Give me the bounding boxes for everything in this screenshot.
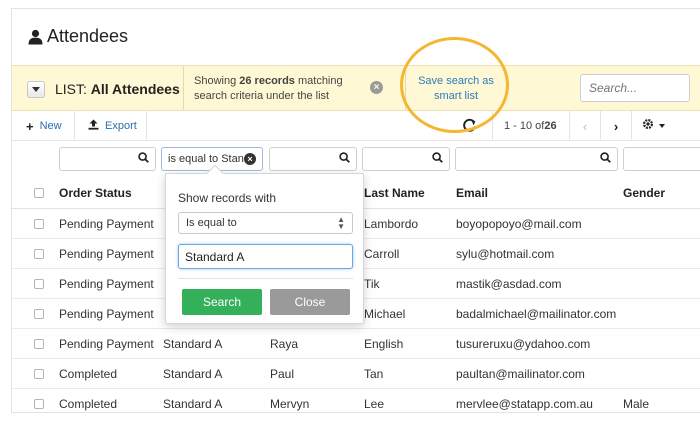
search-icon	[432, 150, 443, 168]
divider	[146, 111, 147, 141]
pagination-range: 1 - 10 of 26	[504, 120, 557, 132]
divider	[492, 111, 493, 141]
page-title-row: Attendees	[28, 26, 128, 47]
select-arrows-icon: ▲ ▼	[337, 215, 345, 231]
upload-icon	[88, 119, 99, 133]
match-summary: Showing 26 records matching search crite…	[194, 75, 343, 102]
divider	[183, 66, 184, 110]
gender-filter[interactable]	[623, 147, 700, 171]
list-bar: LIST: All Attendees Showing 26 records m…	[12, 65, 700, 111]
divider	[178, 278, 353, 279]
list-dropdown-button[interactable]	[27, 81, 45, 98]
email-filter[interactable]	[455, 147, 618, 171]
divider	[405, 66, 406, 110]
table-row[interactable]: Completed Standard A Mervyn Lee mervlee@…	[12, 389, 700, 412]
divider	[74, 111, 75, 141]
row-checkbox[interactable]	[34, 309, 44, 319]
prev-page-icon[interactable]: ‹	[570, 111, 600, 141]
row-checkbox[interactable]	[34, 219, 44, 229]
column-filters: is equal to Standard A ×	[12, 141, 700, 177]
save-smart-list-link[interactable]: Save search as smart list	[416, 74, 496, 104]
clear-search-icon[interactable]: ×	[370, 81, 383, 94]
quick-search-input[interactable]	[580, 74, 690, 102]
search-button[interactable]: Search	[182, 289, 262, 315]
caret-down-icon	[32, 87, 40, 92]
col-order-status[interactable]: Order Status	[59, 186, 132, 200]
table-row[interactable]: Pending Payment Standard A Raya English …	[12, 329, 700, 359]
toolbar: + New Export 1 - 10 of 26 ‹ ›	[12, 111, 700, 141]
new-button[interactable]: + New	[26, 111, 62, 141]
row-checkbox[interactable]	[34, 399, 44, 409]
gear-icon	[642, 117, 654, 135]
row-checkbox[interactable]	[34, 279, 44, 289]
row-checkbox[interactable]	[34, 249, 44, 259]
caret-down-icon	[659, 124, 665, 128]
col-email[interactable]: Email	[456, 186, 488, 200]
refresh-icon[interactable]	[462, 118, 477, 138]
next-page-icon[interactable]: ›	[601, 111, 631, 141]
select-all-checkbox[interactable]	[34, 188, 44, 198]
list-name: LIST: All Attendees	[55, 81, 180, 97]
col-last-name[interactable]: Last Name	[364, 186, 425, 200]
attendees-panel: Attendees LIST: All Attendees Showing 26…	[11, 8, 700, 413]
search-icon	[600, 150, 611, 168]
last-name-filter[interactable]	[362, 147, 450, 171]
user-icon	[28, 29, 43, 45]
popup-label: Show records with	[178, 191, 277, 205]
settings-menu-button[interactable]	[642, 111, 665, 141]
table-row[interactable]: Completed Standard A Paul Tan paultan@ma…	[12, 359, 700, 389]
close-button[interactable]: Close	[270, 289, 350, 315]
filter-popup: Show records with Is equal to ▲▼ Search …	[165, 164, 364, 324]
operator-select[interactable]: Is equal to ▲ ▼	[178, 212, 353, 234]
page-title: Attendees	[47, 26, 129, 46]
plus-icon: +	[26, 118, 34, 134]
col-gender[interactable]: Gender	[623, 186, 665, 200]
first-name-filter[interactable]	[269, 147, 357, 171]
order-status-filter[interactable]	[59, 147, 156, 171]
search-icon	[138, 150, 149, 168]
export-button[interactable]: Export	[88, 111, 137, 141]
row-checkbox[interactable]	[34, 339, 44, 349]
row-checkbox[interactable]	[34, 369, 44, 379]
search-icon	[339, 150, 350, 168]
filter-value-input[interactable]	[178, 244, 353, 269]
divider	[631, 111, 632, 141]
clear-filter-icon[interactable]: ×	[244, 153, 256, 165]
